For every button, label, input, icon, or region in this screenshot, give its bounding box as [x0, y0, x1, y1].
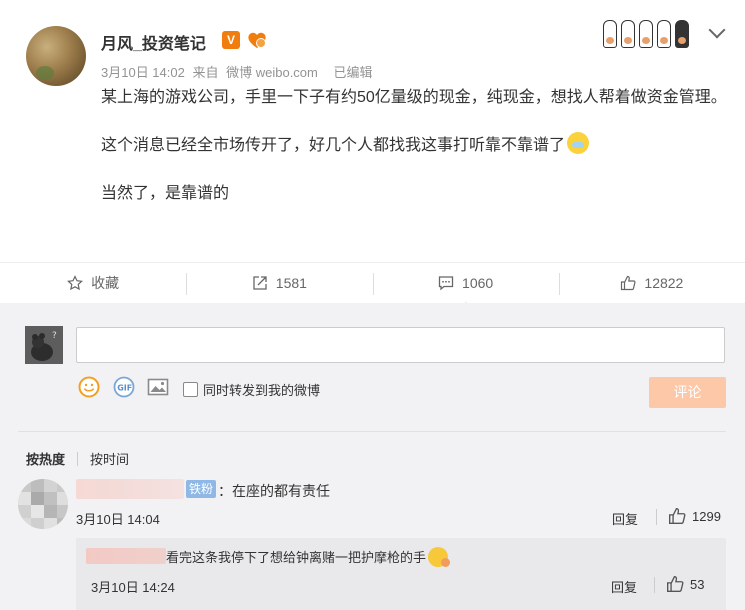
thumbs-up-icon: [621, 275, 636, 290]
verified-v-icon: V: [222, 31, 240, 49]
image-icon[interactable]: [147, 376, 169, 398]
sort-tabs: 按热度 按时间: [26, 449, 129, 468]
commenter-name-blurred[interactable]: [76, 479, 184, 499]
submit-comment-button[interactable]: 评论: [649, 377, 726, 408]
chevron-down-icon[interactable]: [708, 21, 726, 39]
paw-icon: [639, 20, 653, 48]
repost-checkbox-label: 同时转发到我的微博: [203, 383, 321, 398]
svg-text:?: ?: [52, 331, 57, 341]
paw-icon: [657, 20, 671, 48]
thumbs-up-icon: [667, 576, 684, 592]
mosaic-block: [57, 518, 68, 529]
smile-icon[interactable]: [78, 376, 100, 398]
thumbs-up-icon: [669, 508, 686, 524]
mosaic-block: [31, 518, 44, 529]
comment-like-button[interactable]: 1299: [668, 507, 721, 525]
mosaic-block: [44, 505, 57, 518]
reply-button[interactable]: 回复: [611, 577, 637, 596]
heart-eyes-emoji-icon: [428, 547, 451, 567]
post-edited[interactable]: 已编辑: [333, 65, 372, 80]
mosaic-block: [18, 479, 31, 492]
mosaic-block: [57, 505, 68, 518]
post-paragraph-text: 这个消息已经全市场传开了，好几个人都找我这事打听靠不靠谱了: [101, 137, 566, 154]
post-meta: 3月10日 14:02 来自 微博 weibo.com 已编辑: [101, 62, 377, 81]
sort-by-hot-tab[interactable]: 按热度: [26, 449, 65, 468]
reply-time: 3月10日 14:24: [91, 580, 175, 595]
comment-text: ：在座的都有责任: [218, 483, 330, 499]
repost-button[interactable]: 1581: [186, 263, 372, 302]
comment-input[interactable]: [76, 327, 725, 363]
reply-text: 看完这条我停下了想给钟离赌一把护摩枪的手: [166, 550, 427, 565]
mosaic-block: [44, 518, 57, 529]
action-separator: [656, 509, 657, 525]
reply-thread: 看完这条我停下了想给钟离赌一把护摩枪的手 3月10日 14:24 回复 53: [76, 538, 726, 610]
post-date[interactable]: 3月10日 14:02: [101, 65, 185, 80]
post-source[interactable]: 微博 weibo.com: [226, 65, 318, 80]
post-content: 某上海的游戏公司，手里一下子有约50亿量级的现金，纯现金，想找人帮着做资金管理。…: [101, 84, 731, 228]
reply-button[interactable]: 回复: [612, 509, 638, 528]
repost-count: 1581: [275, 274, 307, 291]
star-icon: [67, 274, 84, 290]
reply-like-button[interactable]: 53: [666, 575, 704, 593]
mosaic-block: [57, 492, 68, 505]
user-avatar[interactable]: [26, 26, 86, 86]
mosaic-block: [31, 479, 44, 492]
like-button[interactable]: 12822: [558, 263, 745, 302]
paw-icon: [603, 20, 617, 48]
mosaic-block: [18, 518, 31, 529]
post-username[interactable]: 月风_投资笔记: [101, 30, 206, 54]
my-avatar[interactable]: ?: [25, 326, 63, 364]
comment-count: 1060: [462, 274, 494, 291]
mosaic-block: [31, 492, 44, 505]
fan-badge[interactable]: 铁粉: [186, 480, 217, 498]
post-source-prefix: 来自: [192, 65, 219, 80]
mosaic-block: [44, 479, 57, 492]
decoration-paws-icon: [603, 14, 703, 48]
mosaic-block: [31, 505, 44, 518]
mosaic-block: [18, 505, 31, 518]
sort-by-time-tab[interactable]: 按时间: [90, 449, 129, 468]
svg-text:GIF: GIF: [117, 384, 132, 393]
post-paragraph: 某上海的游戏公司，手里一下子有约50亿量级的现金，纯现金，想找人帮着做资金管理。: [101, 89, 727, 106]
comment-section: ? GIF 同时转发到我的微博 评论 按热度 按时间 铁粉 ：在座的都有责任 3…: [0, 303, 745, 610]
action-separator: [654, 577, 655, 593]
mosaic-block: [44, 492, 57, 505]
divider: [18, 431, 726, 432]
post-paragraph: 当然了，是靠谱的: [101, 185, 230, 202]
crying-laughing-emoji-icon: [567, 132, 590, 154]
comment-like-count: 1299: [692, 508, 721, 524]
repost-checkbox[interactable]: 同时转发到我的微博: [183, 380, 320, 399]
favorite-label: 收藏: [91, 274, 120, 291]
favorite-button[interactable]: 收藏: [0, 263, 186, 302]
comment-icon: [438, 275, 454, 290]
user-silhouette-icon: ?: [25, 326, 63, 364]
fan-badge-icon[interactable]: [246, 30, 268, 50]
comment-button[interactable]: 1060: [372, 263, 559, 307]
post-card: 月风_投资笔记 V 3月10日 14:02 来自 微博 weibo.com 已编…: [0, 0, 745, 262]
like-count: 12822: [644, 274, 684, 291]
post-actions-bar: 收藏 1581 1060 12822: [0, 262, 745, 307]
comment-time: 3月10日 14:04: [76, 512, 160, 527]
checkbox-box[interactable]: [183, 382, 198, 397]
sort-separator: [77, 451, 79, 466]
repost-icon: [253, 275, 267, 290]
gif-icon[interactable]: GIF: [113, 376, 135, 398]
mosaic-block: [18, 492, 31, 505]
reply-text-row: 看完这条我停下了想给钟离赌一把护摩枪的手: [166, 547, 451, 567]
post-paragraph-2: 这个消息已经全市场传开了，好几个人都找我这事打听靠不靠谱了: [101, 132, 731, 160]
reply-like-count: 53: [690, 576, 705, 592]
commenter-avatar[interactable]: [18, 479, 68, 529]
replier-name-blurred[interactable]: [86, 548, 166, 564]
paw-icon: [675, 20, 689, 48]
paw-icon: [621, 20, 635, 48]
mosaic-block: [57, 479, 68, 492]
